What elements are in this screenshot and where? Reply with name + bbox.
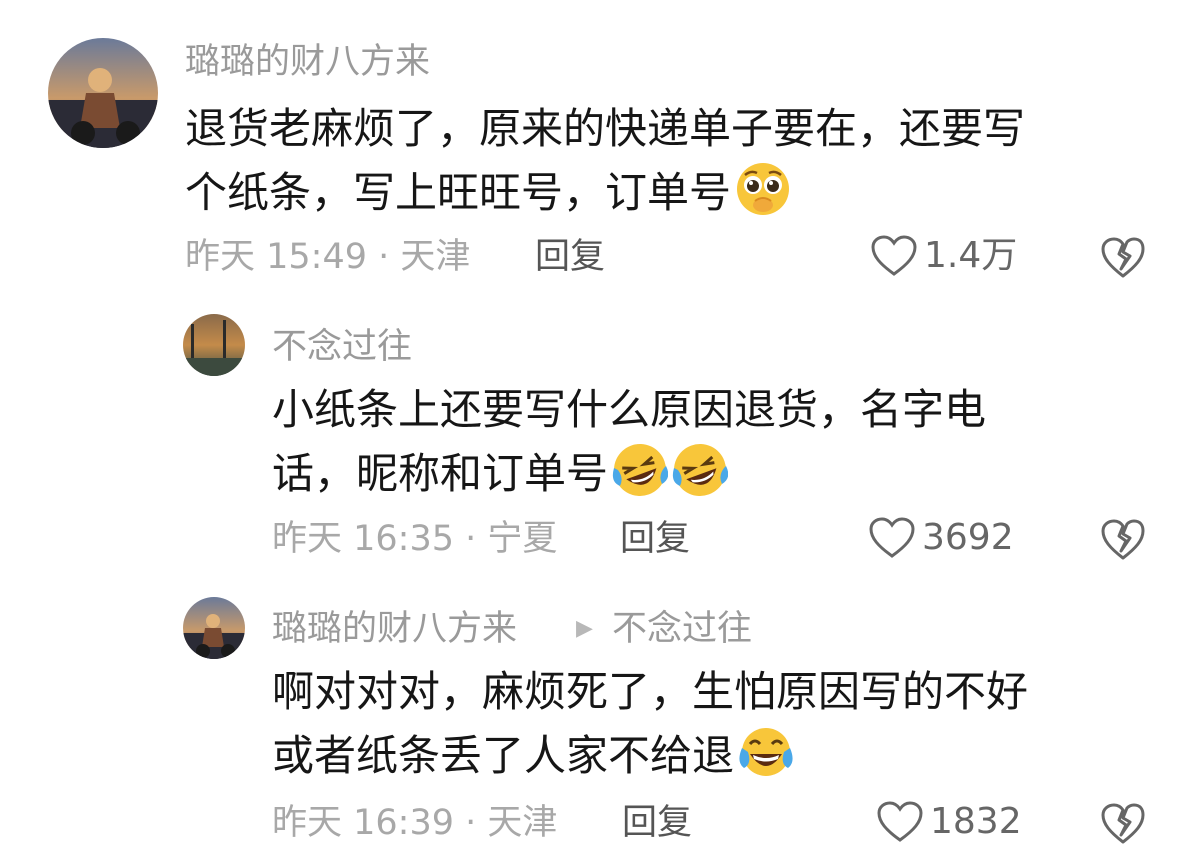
avatar[interactable] [183, 597, 245, 659]
broken-heart-icon[interactable] [1100, 518, 1146, 562]
reply-button[interactable]: 回复 [620, 522, 690, 557]
heart-icon [871, 235, 917, 276]
avatar-image [183, 597, 245, 659]
like-button[interactable]: 3692 [868, 516, 1014, 560]
comment-text-line: 小纸条上还要写什么原因退货，名字电 [272, 385, 987, 434]
comment-text-line: 话，昵称和订单号 [272, 449, 609, 498]
broken-heart-icon[interactable] [1100, 802, 1146, 846]
comment-text-line: 退货老麻烦了，原来的快递单子要在，还要写 [185, 104, 1026, 153]
comment-text: 话，昵称和订单号 [272, 442, 729, 506]
comment-text: 小纸条上还要写什么原因退货，名字电 [272, 378, 986, 442]
comment-username[interactable]: 璐璐的财八方来 [185, 45, 430, 80]
pleading-emoji [737, 163, 790, 215]
reply-button[interactable]: 回复 [535, 240, 605, 275]
tears-of-joy-emoji [739, 728, 793, 776]
avatar[interactable] [183, 314, 245, 376]
reply-arrow-icon: ▶ [576, 616, 593, 641]
comment-text: 退货老麻烦了，原来的快递单子要在，还要写 [185, 97, 1025, 161]
like-count: 1.4万 [924, 235, 1018, 276]
comment-text-line: 啊对对对，麻烦死了，生怕原因写的不好 [272, 667, 1029, 716]
like-count: 1832 [930, 801, 1022, 842]
avatar-image [183, 314, 245, 376]
rofl-emoji [612, 444, 669, 496]
rofl-emoji [672, 444, 729, 496]
heart-icon [869, 517, 915, 558]
avatar-image [48, 38, 158, 148]
broken-heart-icon[interactable] [1100, 236, 1146, 280]
comment-username[interactable]: 不念过往 [272, 330, 412, 365]
comment-text-line: 个纸条，写上旺旺号，订单号 [185, 168, 732, 217]
avatar[interactable] [48, 38, 158, 148]
like-button[interactable]: 1832 [876, 800, 1022, 844]
comment-username[interactable]: 璐璐的财八方来 [272, 612, 517, 647]
comment-text: 啊对对对，麻烦死了，生怕原因写的不好 [272, 660, 1028, 724]
comment-text-line: 或者纸条丢了人家不给退 [272, 731, 735, 780]
like-count: 3692 [922, 517, 1014, 558]
heart-icon [877, 801, 923, 842]
comment-meta: 昨天 15:49 · 天津 [185, 237, 471, 277]
reply-to-username[interactable]: 不念过往 [612, 612, 752, 647]
comment-text: 或者纸条丢了人家不给退 [272, 724, 794, 788]
reply-button[interactable]: 回复 [622, 806, 692, 841]
comment-text: 个纸条，写上旺旺号，订单号 [185, 161, 791, 225]
comment-meta: 昨天 16:35 · 宁夏 [272, 519, 558, 559]
like-button[interactable]: 1.4万 [870, 234, 1017, 278]
comment-meta: 昨天 16:39 · 天津 [272, 803, 558, 843]
